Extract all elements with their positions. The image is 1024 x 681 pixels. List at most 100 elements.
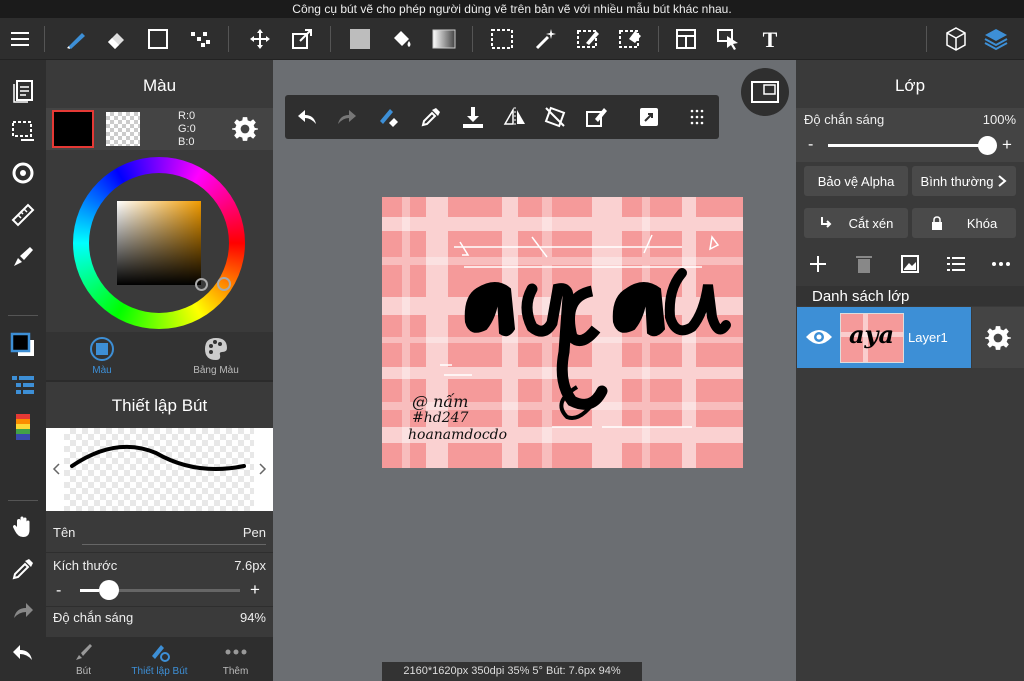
lock-label: Khóa xyxy=(966,215,998,231)
share-icon[interactable] xyxy=(635,103,663,131)
tab-palette[interactable]: Bảng Màu xyxy=(180,336,252,376)
secondary-color-swatch[interactable] xyxy=(106,112,140,146)
clipping-label: Cắt xén xyxy=(848,215,894,231)
navigator-button[interactable] xyxy=(741,68,789,116)
size-increase-button[interactable]: + xyxy=(250,580,260,600)
layer-settings-gear-icon[interactable] xyxy=(985,325,1011,356)
pen-name-label: Tên xyxy=(53,525,76,540)
pen-name-value[interactable]: Pen xyxy=(243,525,266,540)
select-pen-icon[interactable] xyxy=(574,25,602,53)
magic-wand-icon[interactable] xyxy=(532,25,560,53)
stroke-preview xyxy=(46,428,273,511)
rgb-g: G:0 xyxy=(178,123,196,135)
eyedropper-icon[interactable] xyxy=(417,103,445,131)
tab-brush-settings[interactable]: Thiết lập Bút xyxy=(122,637,197,681)
layer-opacity-slider[interactable] xyxy=(828,144,988,147)
saturation-value-square[interactable] xyxy=(117,201,201,285)
delete-layer-icon[interactable] xyxy=(854,254,874,279)
rgb-readout: R:0 G:0 B:0 xyxy=(178,110,196,149)
operation-icon[interactable] xyxy=(714,25,742,53)
brush-settings-icon[interactable] xyxy=(8,242,38,272)
layers-icon[interactable] xyxy=(982,25,1010,53)
floating-toolbar xyxy=(285,95,719,139)
flip-horizontal-icon[interactable] xyxy=(501,103,529,131)
clipping-button[interactable]: Cắt xén xyxy=(804,208,908,238)
eraser-icon[interactable] xyxy=(102,25,130,53)
selection-layer-icon[interactable] xyxy=(8,116,38,146)
brush-icon xyxy=(75,644,92,660)
tab-color[interactable]: Màu xyxy=(66,336,138,376)
eye-icon[interactable] xyxy=(805,326,833,353)
more-dots-icon xyxy=(225,649,246,655)
layer-list-view-icon[interactable] xyxy=(946,254,966,279)
pen-opacity-value: 94% xyxy=(239,610,266,625)
layer-image-icon[interactable] xyxy=(900,254,920,279)
signature-line-2: #hd247 xyxy=(412,410,469,426)
layer-opacity-thumb[interactable] xyxy=(978,136,997,155)
menu-icon[interactable] xyxy=(6,25,34,53)
dot-pen-icon[interactable] xyxy=(186,25,214,53)
primary-color-swatch[interactable] xyxy=(52,110,94,148)
grid-dots-icon[interactable] xyxy=(683,103,711,131)
brush-settings-tab-icon xyxy=(151,645,170,662)
layer-list-icon[interactable] xyxy=(8,370,38,400)
size-slider-thumb[interactable] xyxy=(99,580,120,600)
clear-layer-icon[interactable] xyxy=(583,103,611,131)
layout-icon[interactable] xyxy=(672,25,700,53)
add-layer-icon[interactable] xyxy=(808,254,828,279)
tab-color-label: Màu xyxy=(92,365,112,376)
tab-palette-label: Bảng Màu xyxy=(193,365,239,376)
color-settings-gear-icon[interactable] xyxy=(232,116,258,147)
sv-picker-handle[interactable] xyxy=(195,278,208,291)
gradient-icon[interactable] xyxy=(430,25,458,53)
select-eraser-icon[interactable] xyxy=(616,25,644,53)
ruler-icon[interactable] xyxy=(8,200,38,230)
layer-more-icon[interactable] xyxy=(990,254,1012,279)
bucket-icon[interactable] xyxy=(388,25,416,53)
hue-picker-handle[interactable] xyxy=(217,277,231,291)
redo-icon[interactable] xyxy=(333,103,361,131)
layer-row[interactable]: aya Layer1 xyxy=(797,307,971,368)
pen-panel-title: Thiết lập Bút xyxy=(111,396,208,415)
left-rail xyxy=(0,60,46,681)
color-swatch-icon[interactable] xyxy=(8,330,38,360)
blend-mode-label: Bình thường xyxy=(920,173,994,189)
lock-icon xyxy=(931,216,942,230)
rect-select-icon[interactable] xyxy=(488,25,516,53)
undo-icon[interactable] xyxy=(8,638,38,668)
layer-thumb-text: aya xyxy=(849,320,895,349)
undo-icon[interactable] xyxy=(293,103,321,131)
blend-mode-button[interactable]: Bình thường xyxy=(912,166,1016,196)
redo-icon[interactable] xyxy=(8,596,38,626)
transform-icon[interactable] xyxy=(288,25,316,53)
tab-more[interactable]: Thêm xyxy=(198,637,273,681)
lock-button[interactable]: Khóa xyxy=(912,208,1016,238)
reset-rotation-icon[interactable] xyxy=(541,103,569,131)
pen-eraser-toggle-icon[interactable] xyxy=(375,103,403,131)
3d-icon[interactable] xyxy=(942,25,970,53)
layer-opacity-label: Độ chắn sáng xyxy=(804,112,885,127)
hand-icon[interactable] xyxy=(8,512,38,542)
palette-bar-icon[interactable] xyxy=(8,412,38,442)
pen-icon[interactable] xyxy=(62,25,90,53)
pages-icon[interactable] xyxy=(8,76,38,106)
pen-opacity-label: Độ chắn sáng xyxy=(53,610,134,625)
artwork-canvas[interactable]: @ nấm #hd247 hoanamdocdo xyxy=(382,197,743,468)
artwork-signature: @ nấm #hd247 hoanamdocdo xyxy=(408,393,507,444)
text-icon[interactable]: T xyxy=(756,25,784,53)
layer-opacity-increase[interactable]: + xyxy=(1002,135,1012,155)
eyedropper-icon[interactable] xyxy=(8,554,38,584)
tab-brush[interactable]: Bút xyxy=(46,637,121,681)
pen-size-label: Kích thước xyxy=(53,558,118,573)
rectangle-icon[interactable] xyxy=(144,25,172,53)
save-download-icon[interactable] xyxy=(459,103,487,131)
chevron-right-icon xyxy=(998,175,1007,187)
alpha-protect-button[interactable]: Bảo vệ Alpha xyxy=(804,166,908,196)
signature-line-3: hoanamdocdo xyxy=(408,427,508,443)
bottom-tabs: Bút Thiết lập Bút Thêm xyxy=(46,637,273,681)
layer-opacity-decrease[interactable]: - xyxy=(808,136,813,154)
fill-color-icon[interactable] xyxy=(346,25,374,53)
move-icon[interactable] xyxy=(246,25,274,53)
size-decrease-button[interactable]: - xyxy=(56,582,61,600)
snap-icon[interactable] xyxy=(8,158,38,188)
